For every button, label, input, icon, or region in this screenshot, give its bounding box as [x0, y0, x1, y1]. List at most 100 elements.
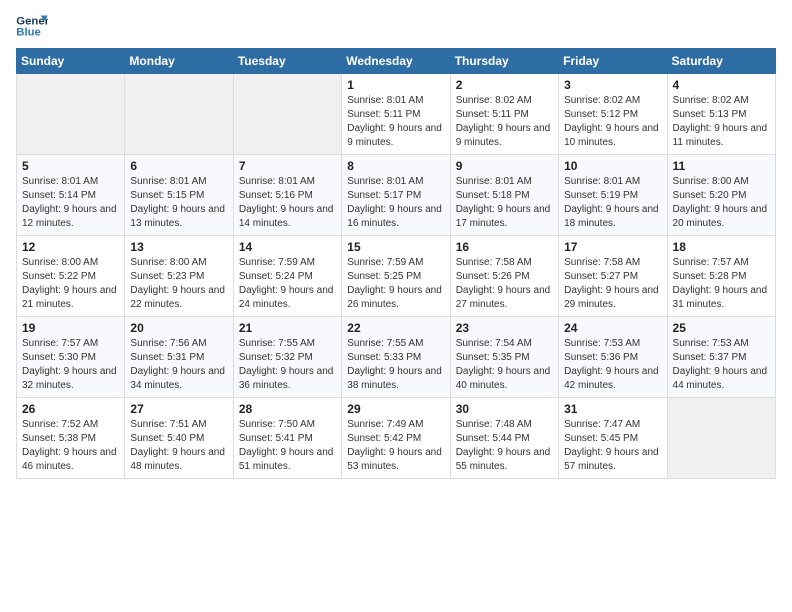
- day-number: 12: [22, 240, 119, 254]
- calendar-cell: 7 Sunrise: 8:01 AM Sunset: 5:16 PM Daylig…: [233, 155, 341, 236]
- day-info: Sunrise: 7:53 AM Sunset: 5:37 PM Dayligh…: [673, 337, 770, 393]
- weekday-row: SundayMondayTuesdayWednesdayThursdayFrid…: [17, 49, 776, 74]
- calendar-cell: 17 Sunrise: 7:58 AM Sunset: 5:27 PM Dayli…: [559, 236, 667, 317]
- day-number: 19: [22, 321, 119, 335]
- day-number: 31: [564, 402, 661, 416]
- day-info: Sunrise: 7:52 AM Sunset: 5:38 PM Dayligh…: [22, 418, 119, 474]
- calendar-cell: 9 Sunrise: 8:01 AM Sunset: 5:18 PM Daylig…: [450, 155, 558, 236]
- calendar-cell: [125, 74, 233, 155]
- day-info: Sunrise: 8:02 AM Sunset: 5:13 PM Dayligh…: [673, 94, 770, 150]
- calendar-body: 1 Sunrise: 8:01 AM Sunset: 5:11 PM Daylig…: [17, 74, 776, 479]
- day-number: 26: [22, 402, 119, 416]
- calendar-cell: 4 Sunrise: 8:02 AM Sunset: 5:13 PM Daylig…: [667, 74, 775, 155]
- svg-text:Blue: Blue: [16, 27, 41, 39]
- calendar-cell: [233, 74, 341, 155]
- weekday-header: Tuesday: [233, 49, 341, 74]
- calendar-table: SundayMondayTuesdayWednesdayThursdayFrid…: [16, 48, 776, 479]
- day-number: 14: [239, 240, 336, 254]
- day-info: Sunrise: 7:50 AM Sunset: 5:41 PM Dayligh…: [239, 418, 336, 474]
- day-info: Sunrise: 7:56 AM Sunset: 5:31 PM Dayligh…: [130, 337, 227, 393]
- day-info: Sunrise: 7:51 AM Sunset: 5:40 PM Dayligh…: [130, 418, 227, 474]
- calendar-cell: 15 Sunrise: 7:59 AM Sunset: 5:25 PM Dayli…: [342, 236, 450, 317]
- day-number: 7: [239, 159, 336, 173]
- calendar-week-row: 1 Sunrise: 8:01 AM Sunset: 5:11 PM Daylig…: [17, 74, 776, 155]
- day-number: 6: [130, 159, 227, 173]
- calendar-week-row: 19Sunrise: 7:57 AM Sunset: 5:30 PM Dayli…: [17, 317, 776, 398]
- day-info: Sunrise: 7:59 AM Sunset: 5:24 PM Dayligh…: [239, 256, 336, 312]
- day-info: Sunrise: 8:00 AM Sunset: 5:23 PM Dayligh…: [130, 256, 227, 312]
- weekday-header: Friday: [559, 49, 667, 74]
- day-info: Sunrise: 8:00 AM Sunset: 5:22 PM Dayligh…: [22, 256, 119, 312]
- day-info: Sunrise: 8:01 AM Sunset: 5:16 PM Dayligh…: [239, 175, 336, 231]
- calendar-cell: 18Sunrise: 7:57 AM Sunset: 5:28 PM Dayli…: [667, 236, 775, 317]
- logo: General Blue: [16, 12, 48, 40]
- day-number: 9: [456, 159, 553, 173]
- calendar-cell: 19Sunrise: 7:57 AM Sunset: 5:30 PM Dayli…: [17, 317, 125, 398]
- calendar-cell: 23 Sunrise: 7:54 AM Sunset: 5:35 PM Dayli…: [450, 317, 558, 398]
- day-info: Sunrise: 8:00 AM Sunset: 5:20 PM Dayligh…: [673, 175, 770, 231]
- calendar-week-row: 5 Sunrise: 8:01 AM Sunset: 5:14 PM Daylig…: [17, 155, 776, 236]
- day-info: Sunrise: 8:01 AM Sunset: 5:19 PM Dayligh…: [564, 175, 661, 231]
- weekday-header: Saturday: [667, 49, 775, 74]
- day-info: Sunrise: 8:01 AM Sunset: 5:18 PM Dayligh…: [456, 175, 553, 231]
- calendar-cell: 2 Sunrise: 8:02 AM Sunset: 5:11 PM Daylig…: [450, 74, 558, 155]
- calendar-cell: 22 Sunrise: 7:55 AM Sunset: 5:33 PM Dayli…: [342, 317, 450, 398]
- day-info: Sunrise: 7:47 AM Sunset: 5:45 PM Dayligh…: [564, 418, 661, 474]
- day-info: Sunrise: 7:48 AM Sunset: 5:44 PM Dayligh…: [456, 418, 553, 474]
- day-number: 10: [564, 159, 661, 173]
- day-number: 17: [564, 240, 661, 254]
- calendar-cell: 28 Sunrise: 7:50 AM Sunset: 5:41 PM Dayli…: [233, 398, 341, 479]
- day-number: 16: [456, 240, 553, 254]
- calendar-cell: 27 Sunrise: 7:51 AM Sunset: 5:40 PM Dayli…: [125, 398, 233, 479]
- day-number: 28: [239, 402, 336, 416]
- day-info: Sunrise: 7:49 AM Sunset: 5:42 PM Dayligh…: [347, 418, 444, 474]
- day-info: Sunrise: 8:01 AM Sunset: 5:11 PM Dayligh…: [347, 94, 444, 150]
- calendar-cell: 13 Sunrise: 8:00 AM Sunset: 5:23 PM Dayli…: [125, 236, 233, 317]
- day-info: Sunrise: 8:01 AM Sunset: 5:14 PM Dayligh…: [22, 175, 119, 231]
- day-number: 27: [130, 402, 227, 416]
- day-number: 23: [456, 321, 553, 335]
- day-info: Sunrise: 7:54 AM Sunset: 5:35 PM Dayligh…: [456, 337, 553, 393]
- calendar-cell: 29Sunrise: 7:49 AM Sunset: 5:42 PM Dayli…: [342, 398, 450, 479]
- day-info: Sunrise: 7:58 AM Sunset: 5:27 PM Dayligh…: [564, 256, 661, 312]
- calendar-cell: 20Sunrise: 7:56 AM Sunset: 5:31 PM Dayli…: [125, 317, 233, 398]
- day-number: 25: [673, 321, 770, 335]
- day-number: 13: [130, 240, 227, 254]
- calendar-cell: 10 Sunrise: 8:01 AM Sunset: 5:19 PM Dayli…: [559, 155, 667, 236]
- day-number: 30: [456, 402, 553, 416]
- day-number: 2: [456, 78, 553, 92]
- day-info: Sunrise: 7:55 AM Sunset: 5:32 PM Dayligh…: [239, 337, 336, 393]
- day-info: Sunrise: 7:53 AM Sunset: 5:36 PM Dayligh…: [564, 337, 661, 393]
- calendar-cell: 5 Sunrise: 8:01 AM Sunset: 5:14 PM Daylig…: [17, 155, 125, 236]
- header: General Blue: [16, 12, 776, 40]
- day-number: 1: [347, 78, 444, 92]
- day-info: Sunrise: 7:55 AM Sunset: 5:33 PM Dayligh…: [347, 337, 444, 393]
- day-info: Sunrise: 8:01 AM Sunset: 5:17 PM Dayligh…: [347, 175, 444, 231]
- weekday-header: Wednesday: [342, 49, 450, 74]
- calendar-cell: 24Sunrise: 7:53 AM Sunset: 5:36 PM Dayli…: [559, 317, 667, 398]
- calendar-cell: 11Sunrise: 8:00 AM Sunset: 5:20 PM Dayli…: [667, 155, 775, 236]
- day-number: 15: [347, 240, 444, 254]
- weekday-header: Sunday: [17, 49, 125, 74]
- calendar-cell: 14 Sunrise: 7:59 AM Sunset: 5:24 PM Dayli…: [233, 236, 341, 317]
- calendar-cell: 16 Sunrise: 7:58 AM Sunset: 5:26 PM Dayli…: [450, 236, 558, 317]
- day-info: Sunrise: 7:59 AM Sunset: 5:25 PM Dayligh…: [347, 256, 444, 312]
- calendar-header: SundayMondayTuesdayWednesdayThursdayFrid…: [17, 49, 776, 74]
- day-number: 3: [564, 78, 661, 92]
- calendar-cell: 8Sunrise: 8:01 AM Sunset: 5:17 PM Daylig…: [342, 155, 450, 236]
- logo-icon: General Blue: [16, 12, 48, 40]
- day-number: 21: [239, 321, 336, 335]
- day-number: 22: [347, 321, 444, 335]
- day-number: 5: [22, 159, 119, 173]
- weekday-header: Monday: [125, 49, 233, 74]
- calendar-week-row: 12 Sunrise: 8:00 AM Sunset: 5:22 PM Dayli…: [17, 236, 776, 317]
- day-info: Sunrise: 7:58 AM Sunset: 5:26 PM Dayligh…: [456, 256, 553, 312]
- day-info: Sunrise: 8:01 AM Sunset: 5:15 PM Dayligh…: [130, 175, 227, 231]
- calendar-cell: [17, 74, 125, 155]
- calendar-cell: 31 Sunrise: 7:47 AM Sunset: 5:45 PM Dayli…: [559, 398, 667, 479]
- day-number: 4: [673, 78, 770, 92]
- calendar-cell: 21 Sunrise: 7:55 AM Sunset: 5:32 PM Dayli…: [233, 317, 341, 398]
- calendar-cell: 3Sunrise: 8:02 AM Sunset: 5:12 PM Daylig…: [559, 74, 667, 155]
- day-info: Sunrise: 8:02 AM Sunset: 5:11 PM Dayligh…: [456, 94, 553, 150]
- calendar-cell: 26 Sunrise: 7:52 AM Sunset: 5:38 PM Dayli…: [17, 398, 125, 479]
